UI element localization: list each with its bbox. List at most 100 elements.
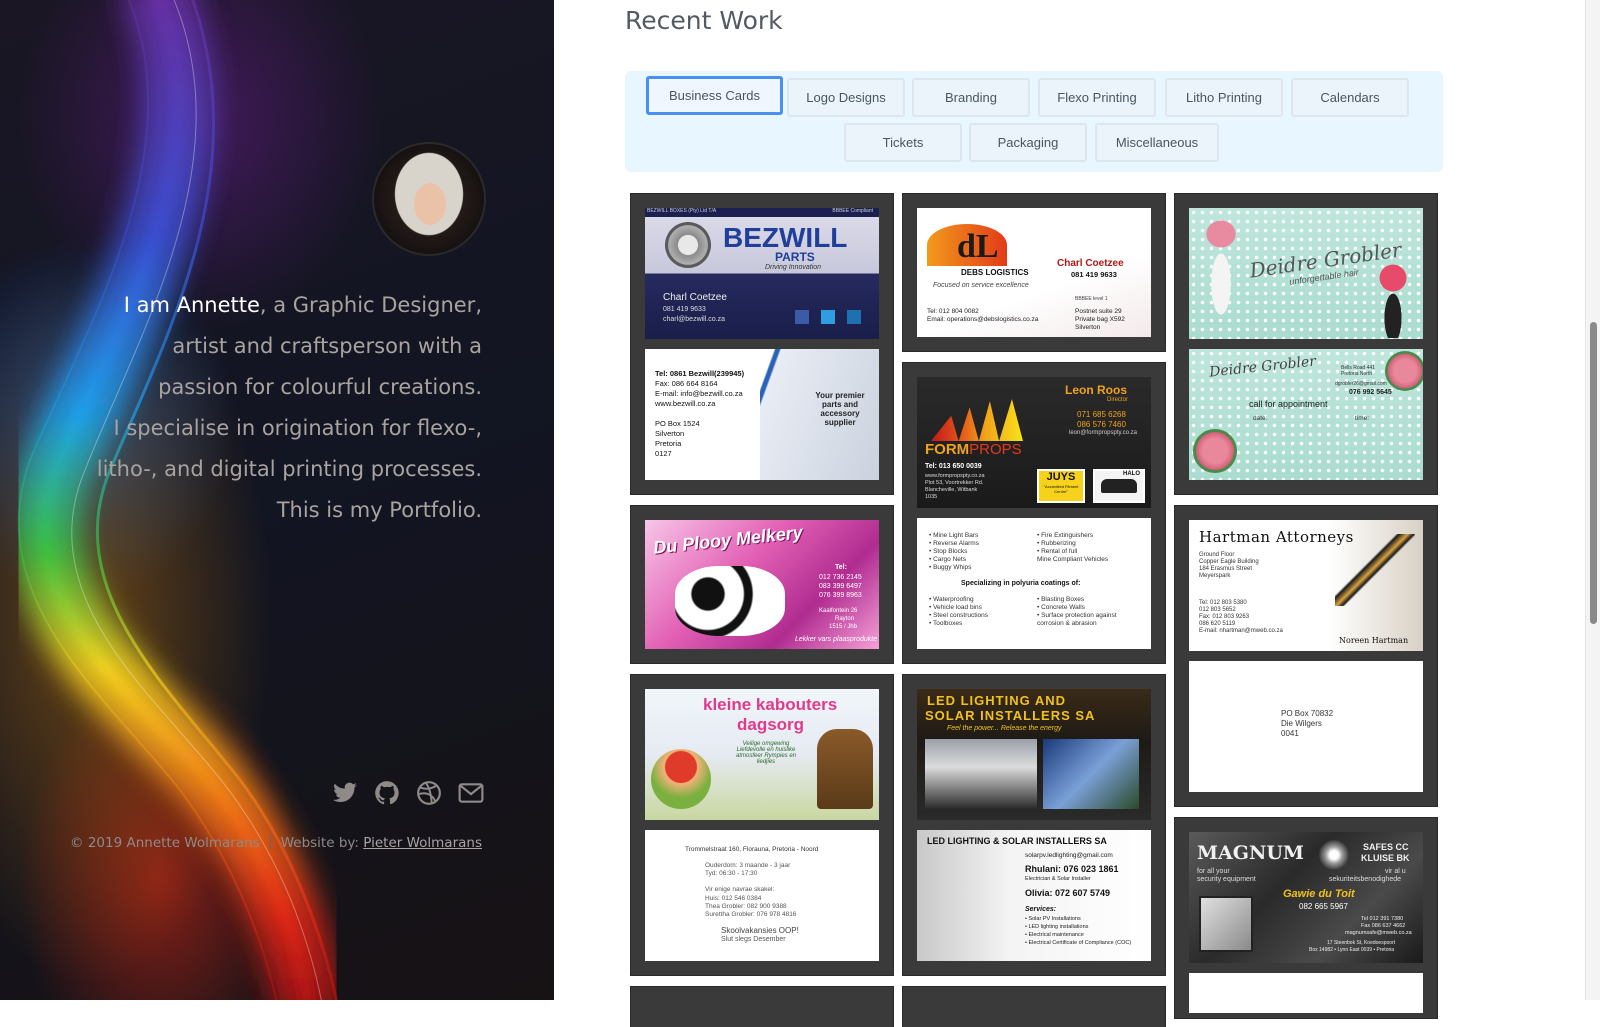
kabouters-name-2: dagsorg xyxy=(737,715,805,734)
led-card-front: LED LIGHTING AND SOLAR INSTALLERS SA Fee… xyxy=(917,689,1151,820)
magnum-right-2: KLUISE BK xyxy=(1361,853,1410,863)
formprops-list-l4: • Cargo Nets xyxy=(929,556,966,563)
filter-tickets[interactable]: Tickets xyxy=(844,123,962,162)
github-icon[interactable] xyxy=(374,780,400,806)
bezwill-back-fax: Fax: 086 664 8164 xyxy=(655,379,718,388)
duplooy-card: Du Plooy Melkery Tel: 012 736 2145 083 3… xyxy=(645,520,879,649)
formprops-name: Leon Roos xyxy=(1065,383,1127,397)
led-title-2: SOLAR INSTALLERS SA xyxy=(925,708,1096,723)
deidre-email: dgrobler26@gmail.com xyxy=(1335,381,1387,387)
led-service-3: • Electrical maintenance xyxy=(1025,932,1084,938)
portfolio-item-kabouters[interactable]: kleine kabouters dagsorg Veilige omgewin… xyxy=(631,675,893,975)
hartman-name: Hartman Attorneys xyxy=(1199,528,1354,546)
pinup-illustration-right xyxy=(1365,238,1421,338)
formprops-code: 1035 xyxy=(925,494,938,500)
footer-divider xyxy=(269,835,271,849)
bezwill-card-front: BEZWILL BOXES (Pty) Ltd T/A BBBEE Compli… xyxy=(645,208,879,339)
debs-addr-2: Private bag X592 xyxy=(1075,316,1125,323)
kabouters-line-7: Skoolvakansies OOP! xyxy=(721,926,799,935)
solar-panel-photo xyxy=(1043,739,1139,809)
deidre-time: time: xyxy=(1355,415,1370,422)
formprops-spec-7: • Surface protection against xyxy=(1037,612,1117,619)
kabouters-line-2: Tyd: 06:30 - 17:30 xyxy=(705,870,758,877)
bio-line-5: litho-, and digital printing processes. xyxy=(96,457,482,481)
juys-accred: "Accredited Fitment Centre" xyxy=(1043,484,1079,494)
hartman-addr-1: Ground Floor xyxy=(1199,552,1235,558)
portfolio-item-led[interactable]: LED LIGHTING AND SOLAR INSTALLERS SA Fee… xyxy=(903,675,1165,975)
bio-line-6: This is my Portfolio. xyxy=(276,498,482,522)
magnum-brand: MAGNUM xyxy=(1197,842,1304,864)
hartman-person: Noreen Hartman xyxy=(1339,636,1409,645)
debs-addr-3: Silverton xyxy=(1075,324,1101,331)
filter-flexo-printing[interactable]: Flexo Printing xyxy=(1038,78,1156,117)
formprops-spec-4: • Toolboxes xyxy=(929,620,963,627)
formprops-list-l1: • Mine Light Bars xyxy=(929,532,979,539)
filter-packaging[interactable]: Packaging xyxy=(969,123,1087,162)
portfolio-item-partial[interactable] xyxy=(631,987,893,1027)
portfolio-item-bezwill[interactable]: BEZWILL BOXES (Pty) Ltd T/A BBBEE Compli… xyxy=(631,194,893,494)
filter-litho-printing[interactable]: Litho Printing xyxy=(1165,78,1283,117)
formprops-list-l5: • Buggy Whips xyxy=(929,564,972,571)
filter-branding[interactable]: Branding xyxy=(912,78,1030,117)
formprops-spec-8: corrosion & abrasion xyxy=(1037,620,1097,627)
bezwill-name: Charl Coetzee xyxy=(663,292,727,303)
deidre-call: call for appointment xyxy=(1249,399,1328,409)
cow-illustration xyxy=(675,566,785,636)
kabouters-line-3: Vir enige navrae skakel: xyxy=(705,886,775,893)
formprops-addr-2: Blancheville, Witbank xyxy=(925,487,978,493)
portfolio-item-formprops[interactable]: FORMPROPS Leon Roos Director 071 685 626… xyxy=(903,363,1165,663)
page-scrollbar[interactable] xyxy=(1585,0,1600,1000)
led-ceiling-photo xyxy=(925,739,1037,809)
dribbble-icon[interactable] xyxy=(416,780,442,806)
led-role: Electrician & Solar Installer xyxy=(1025,876,1091,882)
filter-business-cards[interactable]: Business Cards xyxy=(646,76,783,115)
filter-calendars[interactable]: Calendars xyxy=(1291,78,1409,117)
bio-text: I am Annette, a Graphic Designer, artist … xyxy=(52,285,482,531)
portfolio-item-magnum[interactable]: MAGNUM SAFES CC KLUISE BK for all your s… xyxy=(1175,818,1437,1018)
mail-icon[interactable] xyxy=(458,780,484,806)
portfolio-item-deidre[interactable]: Deidre Grobler unforgettable hair Deidre… xyxy=(1175,194,1437,494)
safe-illustration xyxy=(1199,896,1253,952)
portfolio-item-duplooy[interactable]: Du Plooy Melkery Tel: 012 736 2145 083 3… xyxy=(631,506,893,663)
formprops-list-l3: • Stop Blocks xyxy=(929,548,968,555)
formprops-phone-1: 071 685 6268 xyxy=(1077,410,1126,419)
juys-badge: JUYS "Accredited Fitment Centre" xyxy=(1037,469,1085,503)
portfolio-filter-bar: Business Cards Logo Designs Branding Fle… xyxy=(625,71,1443,172)
hartman-code: 0041 xyxy=(1281,729,1299,738)
hartman-addr-3: 184 Erasmus Street xyxy=(1199,566,1253,572)
kabouters-card-front: kleine kabouters dagsorg Veilige omgewin… xyxy=(645,689,879,820)
deidre-card-front: Deidre Grobler unforgettable hair xyxy=(1189,208,1423,339)
duplooy-addr: Kaalfontein 26 xyxy=(819,608,858,614)
deidre-back-name: Deidre Grobler xyxy=(1208,353,1317,381)
bio-line-4: I specialise in origination for flexo-, xyxy=(113,416,483,440)
bezwill-email: charl@bezwill.co.za xyxy=(663,316,725,323)
formprops-phone-2: 086 576 7460 xyxy=(1077,420,1126,429)
hartman-cell: 086 620 5119 xyxy=(1199,621,1236,627)
bio-greeting: I am Annette xyxy=(123,293,260,317)
bezwill-back-email: E-mail: info@bezwill.co.za xyxy=(655,389,743,398)
led-contact-2: Olivia: 072 607 5749 xyxy=(1025,888,1111,898)
filter-logo-designs[interactable]: Logo Designs xyxy=(787,78,905,117)
linkedin-icon xyxy=(847,310,861,324)
duplooy-phone-1: 012 736 2145 xyxy=(819,574,862,581)
duplooy-code: 1515 / Jhb xyxy=(829,624,858,630)
scrollbar-thumb[interactable] xyxy=(1590,322,1597,624)
debs-tag: Focused on service excellence xyxy=(933,282,1029,289)
portfolio-item-hartman[interactable]: Hartman Attorneys Ground Floor Copper Ea… xyxy=(1175,506,1437,806)
formprops-tel: Tel: 013 650 0039 xyxy=(925,463,982,470)
filter-miscellaneous[interactable]: Miscellaneous xyxy=(1095,123,1219,162)
led-service-4: • Electrical Certificate of Compliance (… xyxy=(1025,940,1132,946)
hartman-addr-4: Meyerspark xyxy=(1199,573,1231,579)
bezwill-phone: 081 419 9633 xyxy=(663,306,706,313)
bezwill-back-box: PO Box 1524 xyxy=(655,419,700,428)
portfolio-item-partial-2[interactable] xyxy=(903,987,1165,1027)
magnum-email: magnumsafe@mweb.co.za xyxy=(1345,930,1412,936)
magnum-card-back xyxy=(1189,973,1423,1013)
bezwill-header-right: BBBEE Compliant xyxy=(832,208,873,214)
bezwill-back-tel: Tel: 0861 Bezwill(239945) xyxy=(655,369,745,378)
twitter-icon[interactable] xyxy=(332,780,358,806)
author-link[interactable]: Pieter Wolmarans xyxy=(363,835,482,851)
portfolio-item-debs[interactable]: dL DEBS LOGISTICS Focused on service exc… xyxy=(903,194,1165,351)
hartman-fax: Fax: 012 803 9263 xyxy=(1199,614,1250,620)
magnum-name: Gawie du Toit xyxy=(1283,888,1355,900)
